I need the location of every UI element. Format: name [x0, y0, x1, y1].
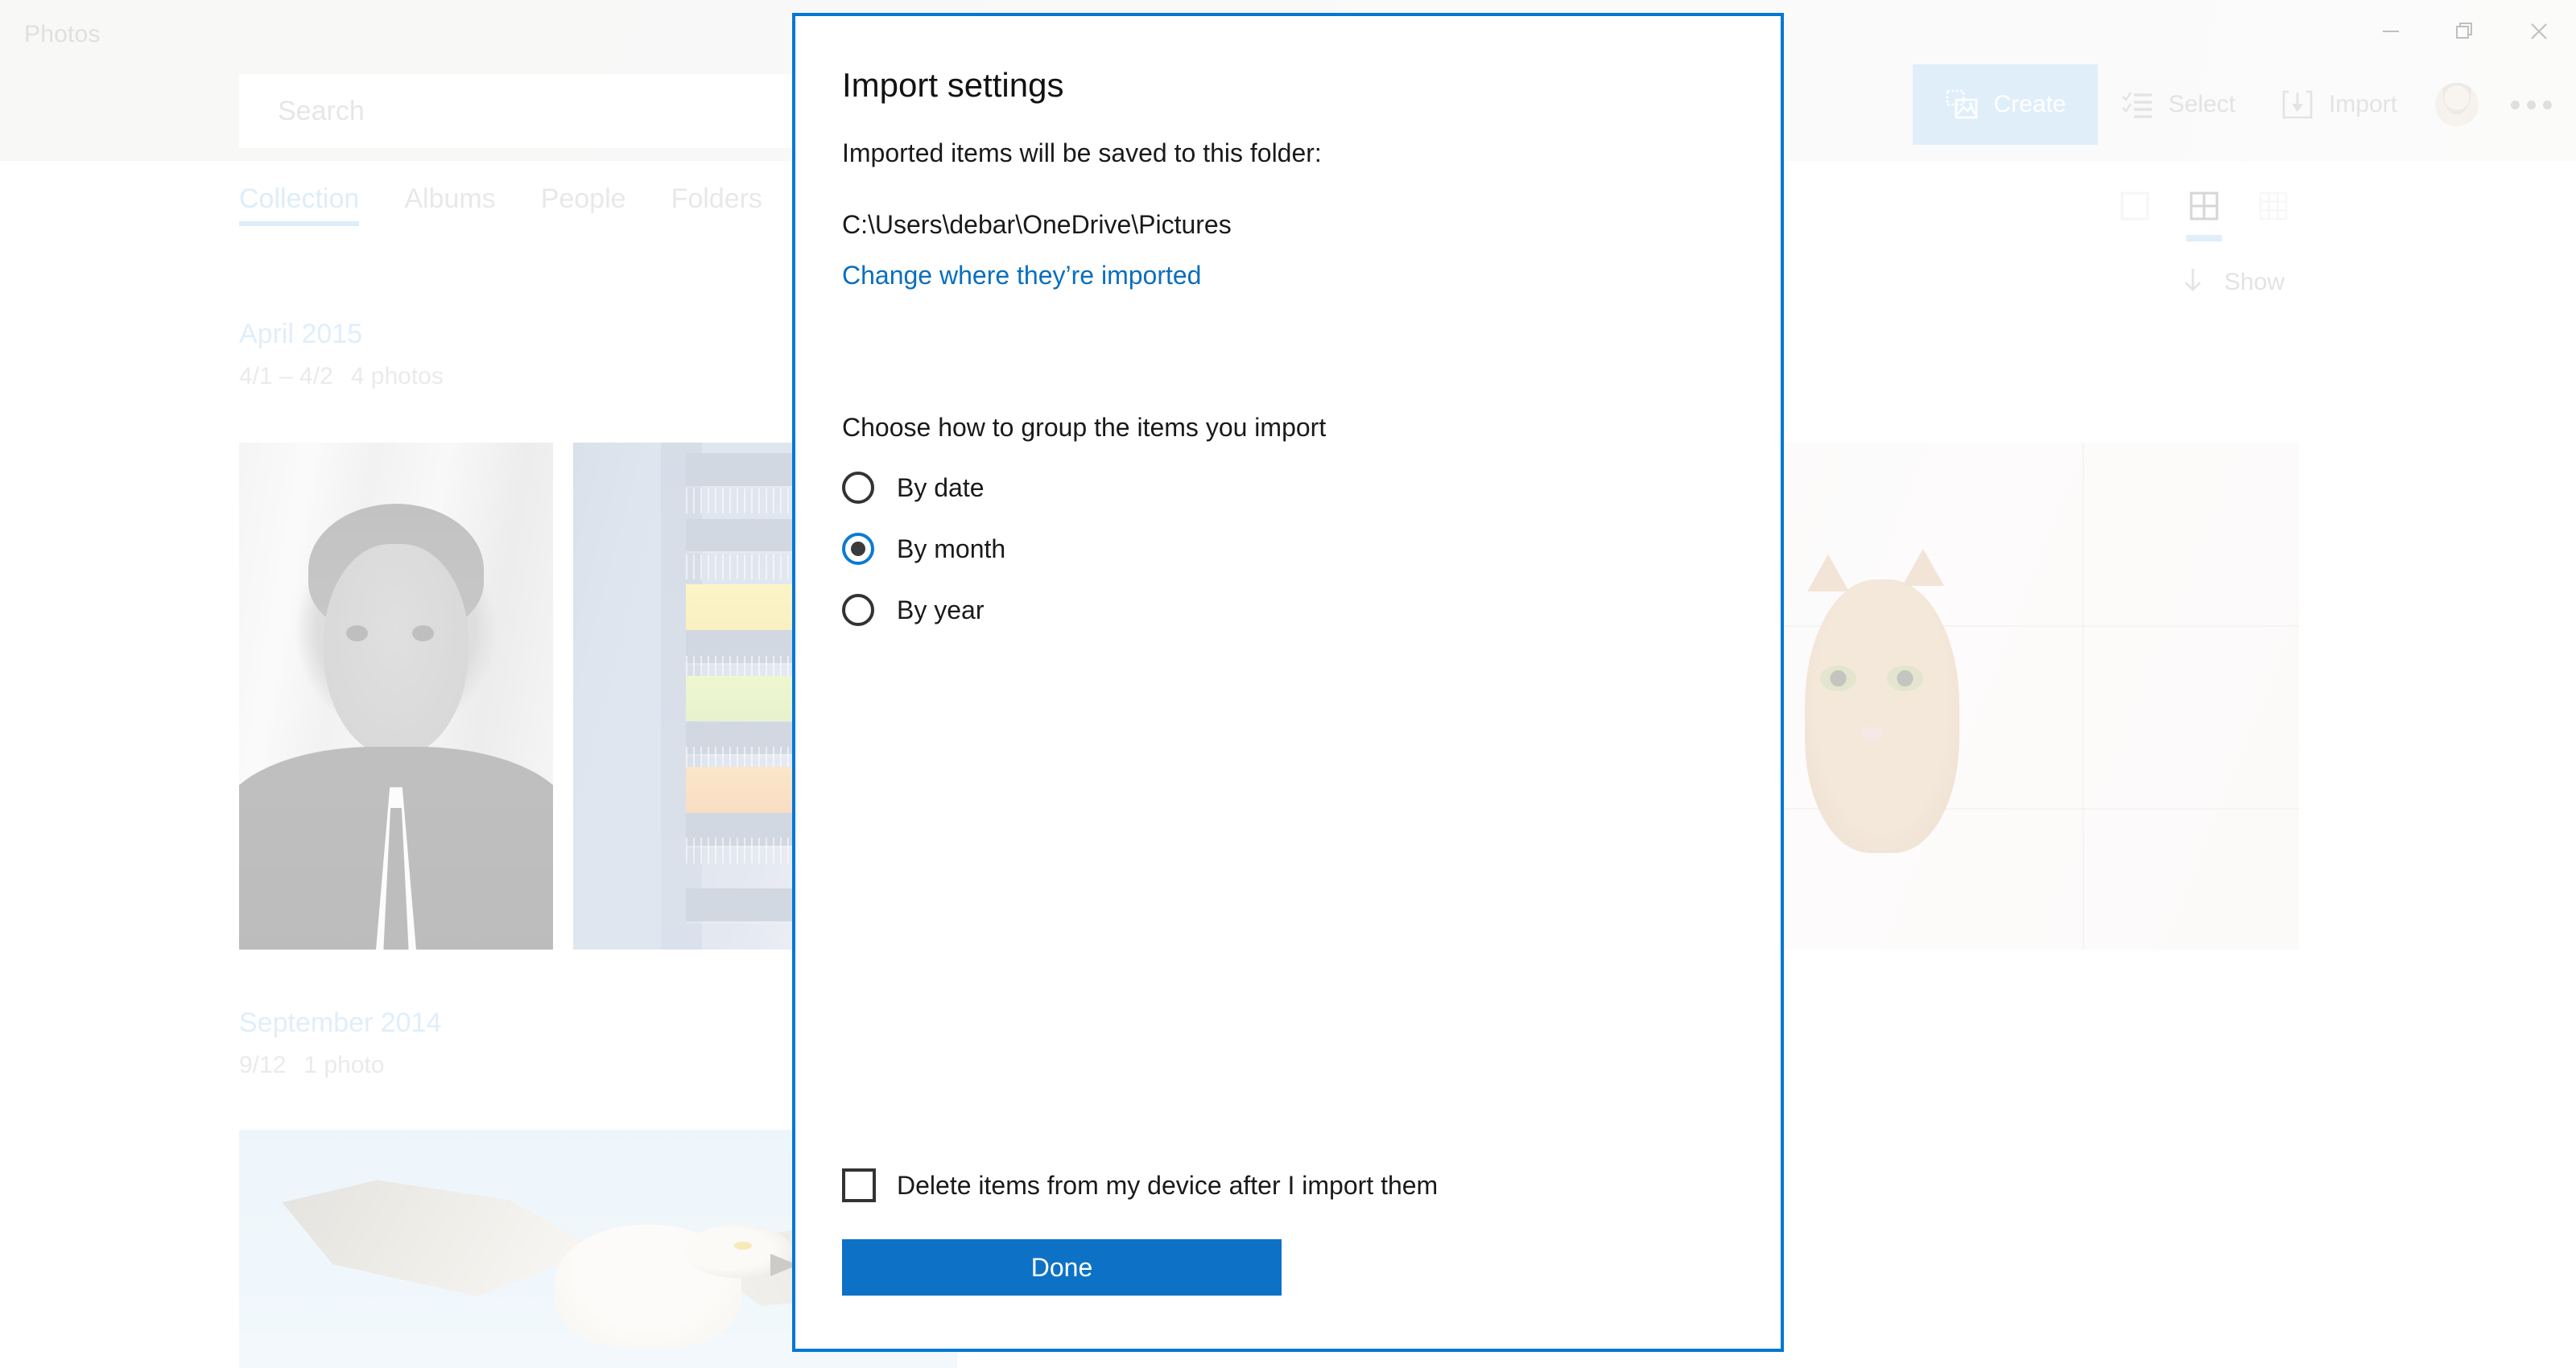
group-date-range: 9/12 — [239, 1052, 287, 1078]
tab-folders-label: Folders — [671, 183, 762, 214]
radio-label: By year — [897, 595, 985, 624]
select-label: Select — [2168, 91, 2235, 117]
nav-tabs: Collection Albums People Folders — [239, 183, 807, 226]
view-mode-medium-grid[interactable] — [2182, 183, 2227, 241]
select-button[interactable]: Select — [2098, 64, 2258, 145]
view-mode-small-grid[interactable] — [2251, 183, 2296, 229]
close-icon — [2528, 20, 2550, 43]
group-date-range: 4/1 – 4/2 — [239, 363, 333, 389]
create-photo-video-icon — [1944, 87, 1979, 122]
view-mode-group — [2112, 183, 2296, 241]
radio-option-by-year[interactable]: By year — [842, 594, 1734, 626]
delete-after-import-label: Delete items from my device after I impo… — [897, 1170, 1439, 1200]
view-mode-single-tile[interactable] — [2112, 183, 2157, 229]
group-title[interactable]: April 2015 — [239, 319, 444, 350]
tab-collection-label: Collection — [239, 183, 360, 214]
photo-cat-tiles[interactable] — [1784, 443, 2299, 950]
radio-button-checked[interactable] — [842, 533, 874, 565]
done-button[interactable]: Done — [842, 1239, 1282, 1296]
checklist-icon — [2120, 88, 2154, 122]
change-folder-link[interactable]: Change where they’re imported — [842, 261, 1734, 290]
search-placeholder: Search — [278, 95, 365, 126]
tab-people[interactable]: People — [541, 183, 649, 226]
create-label: Create — [1993, 91, 2066, 117]
arrow-down-icon — [2179, 266, 2207, 299]
tab-collection[interactable]: Collection — [239, 183, 382, 226]
small-grid-icon — [2259, 192, 2288, 220]
create-button[interactable]: Create — [1912, 64, 2098, 145]
minimize-icon — [2380, 20, 2402, 43]
command-bar: Create Select Import — [1912, 64, 2568, 145]
photo-bw-portrait[interactable] — [239, 443, 553, 950]
cat-head — [1804, 579, 1959, 854]
cat-nose — [1861, 726, 1882, 740]
app-title: Photos — [24, 21, 101, 47]
portrait-eye-right — [411, 624, 434, 641]
portrait-face — [324, 544, 469, 757]
radio-button-unchecked[interactable] — [842, 472, 874, 504]
dialog-title: Import settings — [842, 66, 1064, 104]
close-button[interactable] — [2502, 0, 2576, 63]
delete-after-import-checkbox[interactable] — [842, 1168, 876, 1202]
radio-option-by-date[interactable]: By date — [842, 472, 1734, 504]
cat-ear-left — [1806, 554, 1849, 591]
group-title[interactable]: September 2014 — [239, 1007, 441, 1039]
group-header-april-2015: April 2015 4/1 – 4/2 4 photos — [239, 319, 444, 390]
tab-folders[interactable]: Folders — [671, 183, 785, 226]
single-tile-icon — [2120, 192, 2149, 220]
show-label: Show — [2223, 269, 2285, 295]
tab-albums-label: Albums — [404, 183, 496, 214]
folder-path: C:\Users\debar\OneDrive\Pictures — [842, 210, 1232, 239]
radio-option-by-month[interactable]: By month — [842, 533, 1734, 565]
cat-eye-right — [1887, 665, 1923, 691]
portrait-eye-left — [345, 624, 368, 641]
cat-eye-left — [1819, 665, 1856, 691]
more-ellipsis-icon — [2510, 100, 2552, 109]
group-header-september-2014: September 2014 9/12 1 photo — [239, 1007, 441, 1079]
import-settings-dialog: Import settings Imported items will be s… — [792, 13, 1784, 1352]
more-options-button[interactable] — [2494, 64, 2568, 145]
tab-people-label: People — [540, 183, 626, 214]
radio-label: By date — [897, 472, 985, 502]
cat-ear-right — [1902, 549, 1945, 587]
folder-prompt: Imported items will be saved to this fol… — [842, 138, 1322, 167]
medium-grid-icon — [2190, 192, 2219, 220]
maximize-restore-button[interactable] — [2428, 0, 2502, 63]
avatar — [2435, 83, 2479, 126]
show-button[interactable]: Show — [2179, 266, 2285, 299]
group-subtitle: 9/12 1 photo — [239, 1052, 441, 1079]
group-photo-count: 4 photos — [350, 363, 444, 389]
tab-albums[interactable]: Albums — [404, 183, 518, 226]
osprey-wing-left — [282, 1180, 598, 1297]
delete-after-import-row[interactable]: Delete items from my device after I impo… — [842, 1168, 1438, 1202]
group-photo-count: 1 photo — [303, 1052, 385, 1078]
radio-button-unchecked[interactable] — [842, 594, 874, 626]
import-download-icon — [2281, 88, 2314, 122]
radio-label: By month — [897, 534, 1006, 563]
tile-grout-line — [2083, 443, 2085, 950]
minimize-button[interactable] — [2354, 0, 2428, 63]
account-button[interactable] — [2420, 64, 2494, 145]
window-controls — [2354, 0, 2576, 63]
import-button[interactable]: Import — [2258, 64, 2420, 145]
photos-app-window: Photos Search Create Select Import Colle… — [0, 0, 2576, 1368]
restore-icon — [2454, 20, 2476, 43]
group-subtitle: 4/1 – 4/2 4 photos — [239, 363, 444, 390]
group-prompt: Choose how to group the items you import — [842, 413, 1327, 442]
import-label: Import — [2328, 91, 2397, 117]
